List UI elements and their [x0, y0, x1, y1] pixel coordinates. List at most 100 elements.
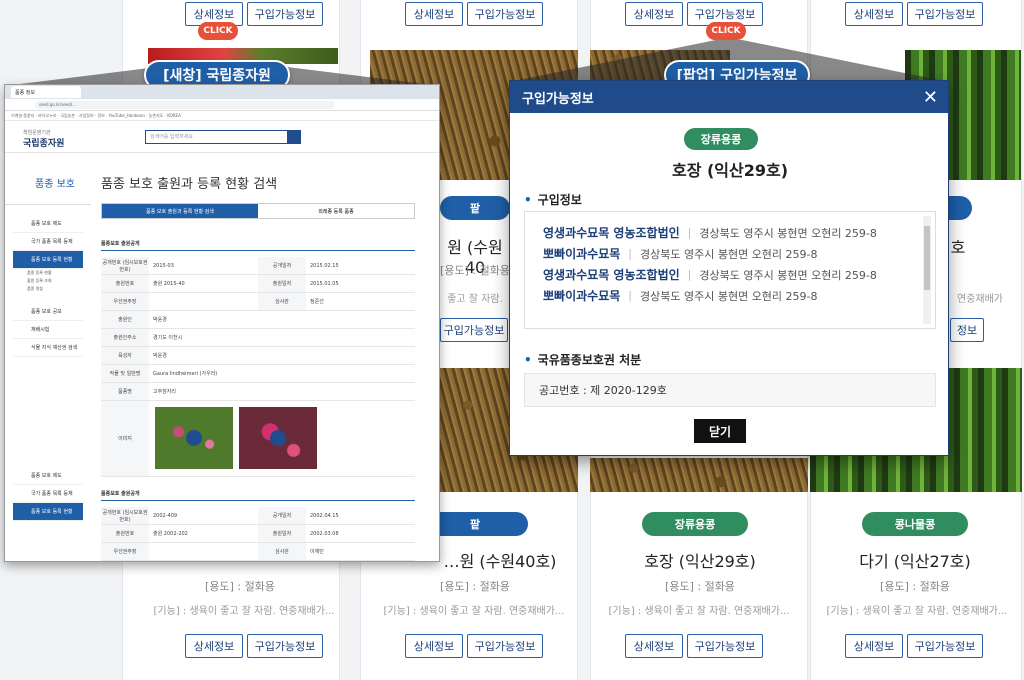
card-function: 연중재배가: [957, 294, 1003, 305]
side-nav-title: 품종 보호: [5, 165, 91, 205]
list-item[interactable]: 뽀빠이과수묘목 | 경상북도 영주시 봉현면 오현리 259-8: [543, 243, 935, 264]
card-title: …원 (수원40호): [443, 552, 557, 571]
section-heading: 품종보호 출원공개: [101, 487, 415, 501]
site-logo[interactable]: 책임운영기관 국립종자원: [23, 129, 64, 149]
row-value: 박윤경: [153, 317, 167, 323]
row-key: 출원인: [101, 311, 149, 328]
card-function: [기능] : 생육이 좋고 잘 자람. 연중재배가...: [826, 606, 1008, 617]
detail-button[interactable]: 상세정보: [845, 634, 903, 658]
zoom-icon[interactable]: [270, 430, 286, 446]
scrollbar[interactable]: [923, 216, 931, 324]
seller-address: 경상북도 영주시 봉현면 오현리 259-8: [699, 226, 877, 240]
row-value: 2015.01.05: [310, 280, 339, 287]
list-item[interactable]: 영생과수묘목 영농조합법인 | 경상북도 영주시 봉현면 오현리 259-8: [543, 264, 935, 285]
row-value: 출원 2015-40: [153, 281, 185, 287]
side-nav-subitem[interactable]: 품종 등록 현황: [5, 269, 91, 277]
section-heading-purchase: 구입정보: [524, 191, 582, 208]
list-item[interactable]: 뽀빠이과수묘목 | 경상북도 영주시 봉현면 오현리 259-8: [543, 285, 935, 306]
seller-name: 영생과수묘목 영농조합법인: [543, 226, 680, 240]
buy-info-button[interactable]: 구입가능정보: [907, 634, 983, 658]
side-nav-item[interactable]: 품종 보호 제도: [13, 467, 83, 485]
detail-button[interactable]: 상세정보: [405, 2, 463, 26]
side-nav-item[interactable]: 품종 보호 제도: [13, 215, 83, 233]
new-window-browser: 품종 정보 seed.go.kr/seed/... 기계설·품종지 · 바이오누…: [4, 84, 440, 562]
buy-info-button[interactable]: 구입가능정보: [247, 2, 323, 26]
side-nav-item[interactable]: 품종 보호 공보: [13, 303, 83, 321]
row-key: 우선권주장: [101, 293, 149, 310]
browser-tab[interactable]: 품종 정보: [11, 86, 81, 98]
card-title: 다기 (익산27호): [859, 552, 971, 571]
detail-button[interactable]: 상세정보: [845, 2, 903, 26]
detail-button[interactable]: 상세정보: [185, 634, 243, 658]
row-key: 심사관: [258, 543, 306, 560]
side-nav-item[interactable]: 식물 지식 재산권 검색: [13, 339, 83, 357]
close-button[interactable]: 닫기: [694, 419, 746, 443]
buy-info-button[interactable]: 정보: [950, 318, 984, 342]
side-nav-item[interactable]: 국가 품종 목록 등재: [13, 233, 83, 251]
table-row: 출원인 박윤경: [101, 311, 415, 329]
table-row: 우선권주장 심사관 이재민: [101, 543, 415, 561]
buy-info-button[interactable]: 구입가능정보: [467, 634, 543, 658]
seller-name: 뽀빠이과수묘목: [543, 289, 621, 303]
row-value: [149, 293, 258, 310]
main-content: 품종 보호 출원과 등록 현황 검색 품종 보호 출원과 등록 현황 검색 외래…: [101, 165, 419, 561]
click-marker: CLICK: [198, 22, 238, 40]
detail-button[interactable]: 상세정보: [625, 634, 683, 658]
row-value: [149, 543, 258, 560]
page-title: 품종 보호 출원과 등록 현황 검색: [101, 177, 278, 192]
side-nav: 품종 보호 품종 보호 제도 국가 품종 목록 등재 품종 보호 등록 현황 품…: [5, 165, 91, 561]
row-value: 2002-409: [153, 512, 178, 519]
row-key: 공개일자: [258, 257, 306, 274]
table-row: 작물 및 일반명 Gaura lindheimeri (가우라): [101, 365, 415, 383]
content-tabs: 품종 보호 출원과 등록 현황 검색 외래종 등록 품종: [101, 203, 415, 219]
buy-info-button[interactable]: 구입가능정보: [687, 634, 763, 658]
logo-text: 국립종자원: [23, 139, 65, 149]
separator: |: [628, 289, 632, 302]
side-nav-item[interactable]: 재배시험: [13, 321, 83, 339]
tab-foreign[interactable]: 외래종 등록 품종: [258, 204, 414, 218]
side-nav-item-active[interactable]: 품종 보호 등록 현황: [13, 251, 83, 269]
plant-photo[interactable]: [155, 407, 233, 469]
row-key: 작물 및 일반명: [101, 365, 149, 382]
side-nav-item[interactable]: 국가 품종 목록 등재: [13, 485, 83, 503]
detail-button[interactable]: 상세정보: [405, 634, 463, 658]
detail-button[interactable]: 상세정보: [625, 2, 683, 26]
row-value: 출원 2002-202: [153, 531, 188, 537]
seller-list: 영생과수묘목 영농조합법인 | 경상북도 영주시 봉현면 오현리 259-8 뽀빠이…: [524, 211, 936, 329]
category-badge: 장류용콩: [642, 512, 748, 536]
close-icon[interactable]: ✕: [923, 87, 938, 108]
table-row: 출원번호 출원 2002-202 출원일자 2002.03.08: [101, 525, 415, 543]
row-key: 출원번호: [101, 275, 149, 292]
section-heading-rights: 국유품종보호권 처분: [524, 351, 642, 368]
seller-address: 경상북도 영주시 봉현면 오현리 259-8: [699, 268, 877, 282]
plant-photo[interactable]: [239, 407, 317, 469]
row-key: 공개번호 (임시보호권번호): [101, 507, 149, 524]
buy-info-button[interactable]: 구입가능정보: [467, 2, 543, 26]
row-value: 경기도 이천시: [153, 335, 183, 341]
seed-photo: [590, 458, 808, 492]
card-use: [용도] : 절화용: [880, 580, 950, 593]
notice-number: 공고번호 : 제 2020-129호: [524, 373, 936, 407]
category-badge: [946, 196, 972, 220]
site-search-input[interactable]: 검색어를 입력하세요: [145, 130, 301, 144]
row-key: 심사관: [258, 293, 306, 310]
card-function: 좋고 잘 자람.: [447, 294, 503, 305]
list-item[interactable]: 영생과수묘목 영농조합법인 | 경상북도 영주시 봉현면 오현리 259-8: [543, 222, 935, 243]
search-icon[interactable]: [287, 130, 301, 144]
zoom-icon[interactable]: [186, 430, 202, 446]
side-nav-item-active[interactable]: 품종 보호 등록 현황: [13, 503, 83, 521]
tab-search[interactable]: 품종 보호 출원과 등록 현황 검색: [102, 204, 258, 218]
side-nav-subitem[interactable]: 출원 등록 조회: [5, 277, 91, 285]
buy-info-button[interactable]: 구입가능정보: [440, 318, 508, 342]
seller-name: 뽀빠이과수묘목: [543, 247, 621, 261]
address-bar[interactable]: seed.go.kr/seed/...: [5, 99, 439, 111]
buy-info-button[interactable]: 구입가능정보: [907, 2, 983, 26]
row-value: 고추잠자리: [153, 389, 177, 395]
buy-info-button[interactable]: 구입가능정보: [247, 634, 323, 658]
buy-info-popup: 구입가능정보 ✕ 장류용콩 호장 (익산29호) 구입정보 영생과수묘목 영농조…: [509, 80, 949, 456]
separator: |: [628, 247, 632, 260]
scrollbar-thumb[interactable]: [924, 226, 930, 290]
search-placeholder: 검색어를 입력하세요: [150, 134, 193, 140]
logo-caption: 책임운영기관: [23, 130, 51, 136]
side-nav-subitem[interactable]: 품종 명칭: [5, 285, 91, 293]
